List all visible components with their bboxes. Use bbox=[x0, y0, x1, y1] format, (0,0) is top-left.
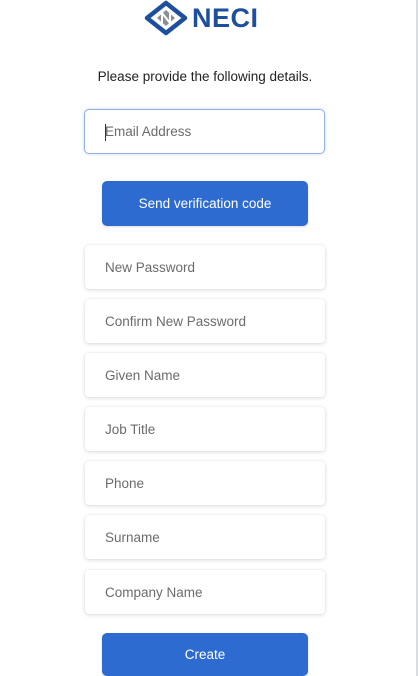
phone-field[interactable] bbox=[85, 461, 325, 505]
surname-field[interactable] bbox=[85, 515, 325, 559]
brand-name: NECI bbox=[192, 3, 259, 33]
neci-logo-icon bbox=[144, 0, 188, 36]
create-button[interactable]: Create bbox=[102, 633, 308, 676]
email-field[interactable] bbox=[85, 110, 324, 153]
surname-field-wrapper bbox=[85, 515, 325, 559]
email-field-wrapper bbox=[84, 109, 325, 154]
job-title-field-wrapper bbox=[85, 407, 325, 451]
new-password-field-wrapper bbox=[85, 245, 325, 289]
signup-page: NECI Please provide the following detail… bbox=[0, 0, 418, 676]
confirm-new-password-field-wrapper bbox=[85, 299, 325, 343]
job-title-field[interactable] bbox=[85, 407, 325, 451]
new-password-field[interactable] bbox=[85, 245, 325, 289]
given-name-field-wrapper bbox=[85, 353, 325, 397]
brand-logo: NECI bbox=[143, 0, 259, 36]
company-name-field-wrapper bbox=[85, 570, 325, 614]
given-name-field[interactable] bbox=[85, 353, 325, 397]
instructions-text: Please provide the following details. bbox=[97, 69, 313, 84]
send-verification-code-button[interactable]: Send verification code bbox=[102, 181, 308, 226]
text-cursor bbox=[105, 124, 106, 141]
company-name-field[interactable] bbox=[85, 570, 325, 614]
phone-field-wrapper bbox=[85, 461, 325, 505]
confirm-new-password-field[interactable] bbox=[85, 299, 325, 343]
